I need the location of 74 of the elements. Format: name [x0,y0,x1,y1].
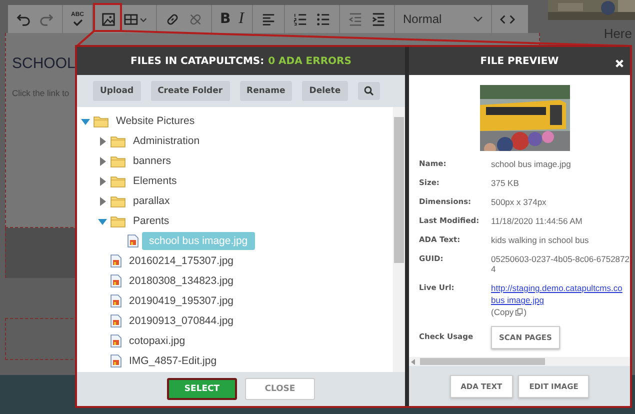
folder-icon [110,174,126,188]
error-count: 0 ADA ERRORS [268,56,352,66]
image-file-icon [110,274,122,288]
image-file-icon [110,334,122,348]
tree-item[interactable]: Website Pictures [112,113,199,129]
tree-item[interactable]: Administration [129,133,204,149]
indent-icon[interactable] [371,12,386,26]
close-icon[interactable] [615,59,624,68]
collapsed-arrow-icon[interactable] [98,156,106,166]
field-value: kids walking in school bus [491,235,590,245]
page-heading: SCHOOL [12,55,76,72]
tree-item[interactable]: parallax [129,193,174,209]
expanded-arrow-icon[interactable] [80,116,90,126]
folder-icon [110,214,126,228]
redo-icon[interactable] [39,12,54,26]
bullet-list-icon[interactable] [316,12,331,26]
field-value: 500px x 374px [491,197,548,207]
url-link[interactable]: http://staging.demo.catapultcms.co [491,283,622,293]
search-button[interactable] [358,82,380,100]
field-value: 05250603-0237-4b05-8c06-67528724 [491,254,630,274]
copy-link[interactable]: ) [524,307,527,317]
caret-icon [473,16,483,22]
undo-icon[interactable] [16,12,31,26]
tree-item[interactable]: cotopaxi.jpg [125,333,190,349]
tree-item[interactable]: IMG_4857-Edit.jpg [125,353,221,369]
image-file-icon [127,234,139,248]
field-value: school bus image.jpg [491,159,572,169]
bold-button[interactable]: B [220,11,231,27]
tree-item[interactable]: Elements [129,173,181,189]
toolbar-button[interactable]: Delete [302,81,348,101]
toolbar-button[interactable]: Upload [93,81,141,101]
image-file-icon [110,254,122,268]
link-icon[interactable] [165,12,180,26]
leader-line [76,30,95,47]
folder-icon [93,114,109,128]
italic-button[interactable]: I [238,10,244,28]
panel-title: FILE PREVIEW [480,56,559,66]
image-file-icon [110,354,122,368]
tree-item[interactable]: 20160214_175307.jpg [125,253,238,269]
image-file-icon [110,294,122,308]
close-button[interactable]: CLOSE [245,378,315,400]
copy-link[interactable]: (Copy [491,307,514,317]
toolbar-button[interactable]: Rename [240,81,292,101]
align-left-icon[interactable] [261,12,276,26]
tree-item[interactable]: 20180308_134823.jpg [125,273,238,289]
scroll-left-icon[interactable] [411,358,415,364]
highlight-frame [93,3,122,32]
scrollbar[interactable] [409,357,630,366]
unlink-icon[interactable] [188,12,203,26]
panel-title: FILES IN CATAPULTCMS: [130,56,264,66]
collapsed-arrow-icon[interactable] [98,176,106,186]
image-icon[interactable] [101,12,116,26]
table-icon[interactable] [124,12,148,26]
numbered-list-icon[interactable] [293,12,308,26]
copy-icon[interactable] [514,308,523,316]
tree-item[interactable]: 20190419_195307.jpg [125,293,238,309]
expanded-arrow-icon[interactable] [98,216,106,226]
folder-icon [110,154,126,168]
search-icon [364,86,374,96]
toolbar-button[interactable]: Create Folder [150,81,230,101]
tree-item[interactable]: banners [129,153,175,169]
collapsed-arrow-icon[interactable] [98,136,106,146]
image-file-icon [110,314,122,328]
outdent-icon[interactable] [348,12,363,26]
collapsed-arrow-icon[interactable] [98,196,106,206]
field-value: 375 KB [491,178,520,188]
select-button[interactable]: SELECT [167,378,237,400]
tree-item[interactable]: Parents [129,213,174,229]
folder-icon [110,194,126,208]
scrollbar[interactable] [393,107,405,372]
tree-item[interactable]: 20190913_070844.jpg [125,313,238,329]
field-value: 11/18/2020 11:44:56 AM [491,216,584,226]
url-link[interactable]: bus image.jpg [491,295,544,305]
folder-icon [110,134,126,148]
